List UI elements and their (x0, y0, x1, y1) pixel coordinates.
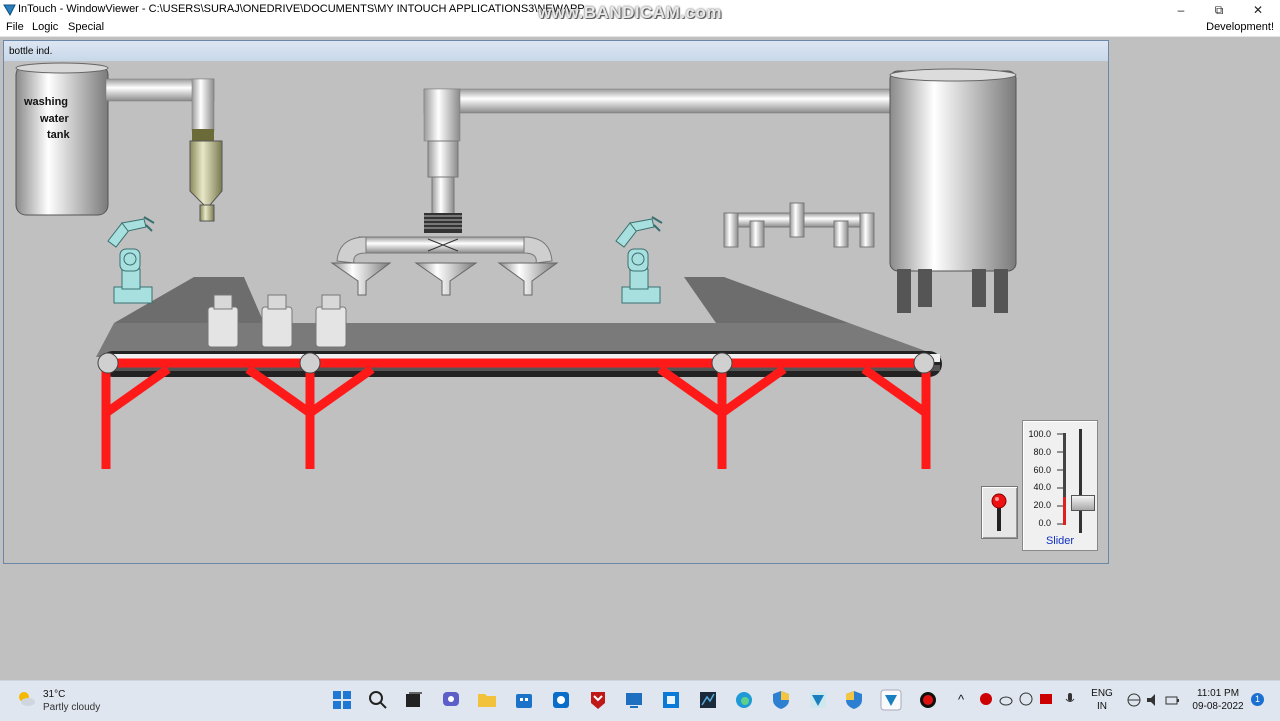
close-button[interactable]: ✕ (1247, 2, 1269, 18)
app-tray-icon[interactable] (1038, 691, 1054, 707)
slider-scale (1057, 429, 1082, 533)
intouch-icon[interactable] (807, 689, 829, 711)
store-icon[interactable] (513, 689, 535, 711)
bottle (261, 294, 293, 348)
storage-tank (889, 68, 1017, 313)
slider-caption: Slider (1045, 535, 1075, 547)
support-frame (101, 358, 934, 469)
mcafee-icon[interactable] (587, 689, 609, 711)
robot-arm-left (107, 216, 155, 304)
bottle (315, 294, 347, 348)
clock-time[interactable]: 11:01 PM (1188, 688, 1248, 699)
microphone-icon[interactable] (1062, 691, 1078, 707)
tank-label-tank: tank (47, 129, 70, 141)
globe-icon[interactable] (1126, 692, 1142, 708)
slider-tick-label: 60.0 (1033, 465, 1051, 475)
taskbar: 31°C Partly cloudy ^ ENG IN 11:01 PM 09-… (0, 680, 1280, 721)
title-bar: InTouch - WindowViewer - C:\USERS\SURAJ\… (0, 0, 1280, 22)
menu-bar: File Logic Special Development! (0, 19, 1280, 37)
process-scene (15, 62, 1017, 469)
volume-icon[interactable] (1145, 692, 1161, 708)
shield-icon[interactable] (843, 689, 865, 711)
filling-manifold (330, 88, 910, 296)
notification-badge[interactable]: 1 (1251, 693, 1264, 706)
language-region[interactable]: IN (1088, 701, 1116, 712)
slider-tick-label: 40.0 (1033, 482, 1051, 492)
app-icon[interactable] (550, 689, 572, 711)
app2-icon[interactable] (623, 689, 645, 711)
record-tray-icon[interactable] (978, 691, 994, 707)
menu-special[interactable]: Special (68, 21, 104, 33)
menu-file[interactable]: File (6, 21, 24, 33)
slider-tick-label: 20.0 (1033, 500, 1051, 510)
maximize-button[interactable]: ⧉ (1208, 2, 1230, 18)
network-tray-icon[interactable] (1018, 691, 1034, 707)
language-indicator[interactable]: ENG (1088, 688, 1116, 699)
capping-pipe (723, 202, 875, 248)
menu-logic[interactable]: Logic (32, 21, 58, 33)
start-icon[interactable] (331, 689, 353, 711)
chevron-up-icon[interactable]: ^ (958, 692, 964, 707)
development-mode-link[interactable]: Development! (1206, 21, 1274, 33)
tank-label-washing: washing (24, 96, 69, 108)
slider-control: 100.0 80.0 60.0 40.0 20.0 0.0 Slider (1022, 420, 1098, 551)
tank-label-water: water (40, 113, 69, 125)
clock-date[interactable]: 09-08-2022 (1188, 701, 1248, 712)
file-explorer-icon[interactable] (476, 689, 498, 711)
edge-icon[interactable] (733, 689, 755, 711)
battery-icon[interactable] (1164, 692, 1180, 708)
cloud-icon[interactable] (998, 691, 1014, 707)
app3-icon[interactable] (660, 689, 682, 711)
weather-temperature[interactable]: 31°C (43, 689, 65, 700)
intouch-viewer-icon[interactable] (880, 689, 902, 711)
bottles (207, 294, 347, 348)
security-icon[interactable] (770, 689, 792, 711)
window-title: InTouch - WindowViewer - C:\USERS\SURAJ\… (18, 3, 585, 15)
toggle-switch[interactable] (981, 486, 1018, 539)
slider-tick-label: 80.0 (1033, 447, 1051, 457)
bandicam-record-icon[interactable] (917, 689, 939, 711)
slider-tick-label: 0.0 (1038, 518, 1051, 528)
slider-tick-label: 100.0 (1028, 429, 1051, 439)
weather-description[interactable]: Partly cloudy (43, 702, 100, 713)
minimize-button[interactable]: – (1170, 2, 1192, 18)
slider-thumb[interactable] (1071, 495, 1095, 511)
search-icon[interactable] (367, 689, 389, 711)
app4-icon[interactable] (697, 689, 719, 711)
washing-pipe (105, 78, 223, 222)
chat-icon[interactable] (440, 689, 462, 711)
hmi-window: bottle ind. washing water tank (3, 40, 1109, 564)
lever-switch-icon (991, 493, 1007, 531)
intouch-app-icon (3, 4, 16, 16)
task-view-icon[interactable] (403, 689, 425, 711)
robot-arm-right (615, 216, 663, 304)
weather-icon[interactable] (16, 689, 36, 709)
